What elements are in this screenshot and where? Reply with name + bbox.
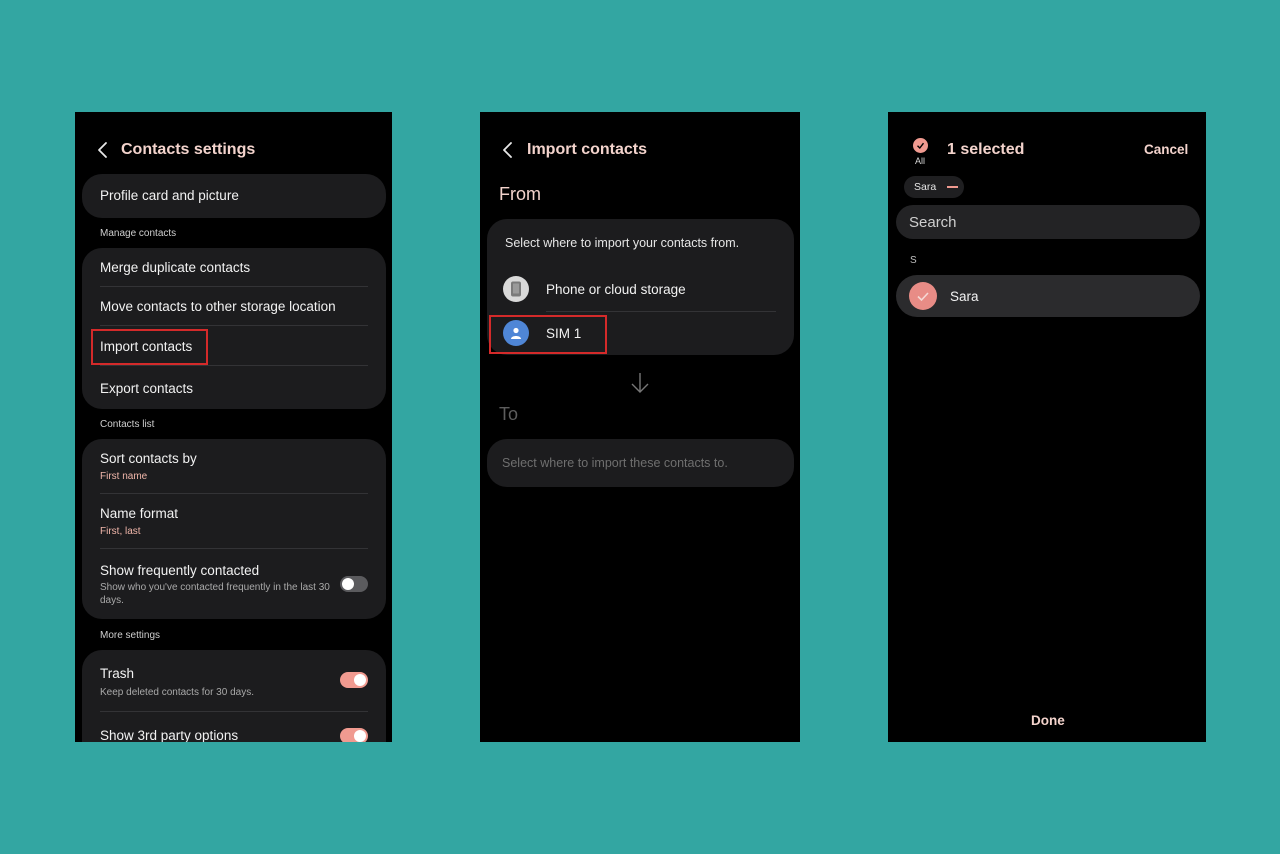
highlight-box-sim (489, 315, 607, 354)
from-label: From (499, 184, 541, 204)
search-bar[interactable]: Search (896, 205, 1200, 239)
more-settings-card: Trash Keep deleted contacts for 30 days.… (82, 650, 386, 742)
move-contacts-item[interactable]: Move contacts to other storage location (100, 299, 368, 314)
section-label-more: More settings (100, 630, 161, 641)
profile-card-item[interactable]: Profile card and picture (82, 174, 386, 218)
divider (100, 493, 368, 494)
profile-card-label: Profile card and picture (100, 188, 239, 203)
contact-name: Sara (950, 289, 979, 304)
contacts-settings-screen: Contacts settings Profile card and pictu… (75, 112, 392, 742)
divider (546, 311, 776, 312)
trash-desc: Keep deleted contacts for 30 days. (100, 687, 254, 698)
back-arrow-icon[interactable] (497, 139, 519, 161)
from-prompt: Select where to import your contacts fro… (505, 236, 740, 250)
toggle-knob (354, 674, 366, 686)
sort-contacts-title[interactable]: Sort contacts by (100, 451, 368, 466)
trash-title[interactable]: Trash (100, 666, 368, 681)
page-title: Import contacts (527, 141, 648, 158)
contact-list-item[interactable]: Sara (896, 275, 1200, 317)
contacts-list-card: Sort contacts by First name Name format … (82, 439, 386, 619)
done-button[interactable]: Done (1031, 713, 1065, 728)
section-label-manage: Manage contacts (100, 228, 177, 239)
to-prompt: Select where to import these contacts to… (502, 456, 728, 470)
to-destination-card[interactable]: Select where to import these contacts to… (487, 439, 794, 487)
phone-storage-icon (503, 276, 529, 302)
divider (100, 365, 368, 366)
to-label: To (499, 404, 519, 424)
arrow-down-icon (631, 373, 649, 393)
frequently-contacted-title[interactable]: Show frequently contacted (100, 563, 368, 578)
third-party-title[interactable]: Show 3rd party options (100, 728, 368, 742)
name-format-value: First, last (100, 526, 141, 537)
divider (100, 286, 368, 287)
cancel-button[interactable]: Cancel (1144, 142, 1188, 157)
search-input[interactable]: Search (909, 214, 957, 231)
import-contacts-screen: Import contacts From Select where to imp… (480, 112, 800, 742)
select-all-label: All (915, 156, 926, 166)
select-all-checkbox-icon[interactable] (913, 138, 928, 153)
divider (100, 325, 368, 326)
third-party-toggle[interactable] (340, 728, 368, 742)
index-letter: S (910, 255, 917, 266)
selected-count: 1 selected (947, 141, 1025, 158)
name-format-title[interactable]: Name format (100, 506, 368, 521)
divider (100, 711, 368, 712)
back-arrow-icon[interactable] (92, 139, 114, 161)
selected-chip[interactable]: Sara (904, 176, 964, 198)
remove-chip-icon[interactable] (947, 186, 958, 188)
phone-cloud-storage-item[interactable]: Phone or cloud storage (546, 282, 776, 297)
divider (100, 548, 368, 549)
sort-contacts-value: First name (100, 471, 148, 482)
chip-name: Sara (914, 181, 937, 193)
merge-duplicates-item[interactable]: Merge duplicate contacts (100, 260, 368, 275)
frequently-contacted-desc: Show who you've contacted frequently in … (100, 582, 330, 606)
frequently-contacted-toggle[interactable] (340, 576, 368, 592)
toggle-knob (354, 730, 366, 742)
toggle-knob (342, 578, 354, 590)
export-contacts-item[interactable]: Export contacts (100, 381, 368, 396)
page-title: Contacts settings (121, 141, 256, 158)
select-contacts-screen: All 1 selected Cancel Sara Search S Sara… (888, 112, 1206, 742)
contact-avatar-checked (909, 282, 937, 310)
highlight-box-import (91, 329, 208, 365)
section-label-list: Contacts list (100, 419, 155, 430)
trash-toggle[interactable] (340, 672, 368, 688)
